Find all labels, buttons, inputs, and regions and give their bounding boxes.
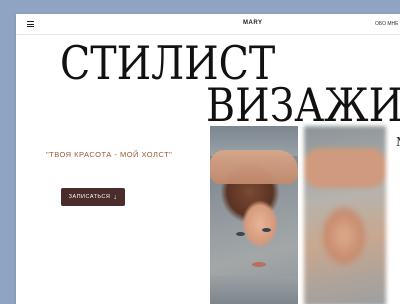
landing-page: MARY ОБО МНЕ СТИЛИСТ ВИЗАЖИ "ТВОЯ КРАСОТ… xyxy=(16,14,400,304)
book-appointment-button[interactable]: ЗАПИСАТЬСЯ ↓ xyxy=(61,188,125,206)
photo-hand xyxy=(210,150,298,184)
photo-lips xyxy=(252,262,266,267)
photo-hand-blurred xyxy=(304,148,386,188)
photo-eye-left xyxy=(236,232,245,236)
cut-off-heading: М xyxy=(396,135,400,149)
tagline-quote: "ТВОЯ КРАСОТА - МОЙ ХОЛСТ" xyxy=(46,150,173,159)
hero-photo-blurred xyxy=(304,126,386,304)
button-label: ЗАПИСАТЬСЯ xyxy=(68,194,111,200)
photo-eye-right xyxy=(262,228,271,232)
top-navigation-bar: MARY ОБО МНЕ xyxy=(16,14,400,35)
hero-title-line-2: ВИЗАЖИ xyxy=(206,78,400,132)
arrow-down-icon: ↓ xyxy=(113,193,118,201)
hamburger-menu-icon[interactable] xyxy=(27,21,34,27)
hero-photo-portrait xyxy=(210,126,298,304)
brand-name[interactable]: MARY xyxy=(243,20,262,26)
nav-link-about[interactable]: ОБО МНЕ xyxy=(375,21,399,27)
